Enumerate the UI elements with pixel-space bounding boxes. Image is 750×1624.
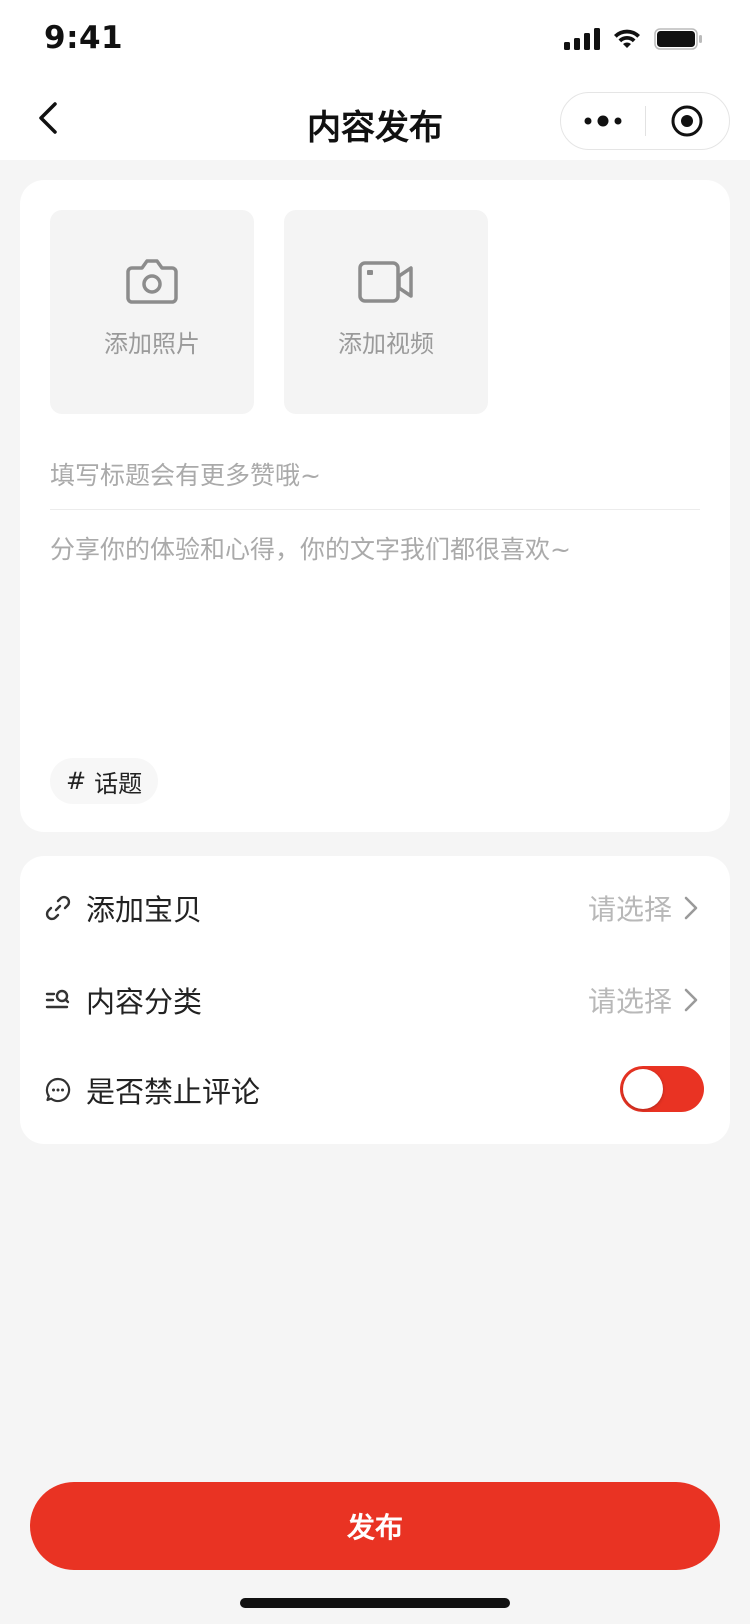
topic-label: 话题 — [94, 769, 143, 798]
more-dots-icon — [584, 115, 622, 127]
cellular-signal-icon — [564, 28, 600, 50]
link-icon — [44, 894, 72, 922]
battery-icon — [654, 28, 702, 50]
publish-page: 9:41 内容发布 添加照片 添加视频 填写标题会有更多赞哦~ 分享你的体验和心… — [0, 0, 750, 1624]
chevron-right-icon — [680, 985, 702, 1015]
category-label: 内容分类 — [86, 985, 203, 1019]
camera-icon — [126, 259, 178, 304]
add-product-label: 添加宝贝 — [86, 893, 203, 927]
add-product-value: 请选择 — [587, 893, 672, 926]
publish-button[interactable]: 发布 — [30, 1482, 720, 1570]
status-time: 9:41 — [44, 20, 124, 56]
video-camera-icon — [358, 261, 413, 303]
toggle-knob — [623, 1069, 663, 1109]
comment-bubble-icon — [44, 1076, 72, 1104]
home-indicator — [240, 1598, 510, 1608]
top-bar: 9:41 内容发布 — [0, 0, 750, 160]
add-video-label: 添加视频 — [338, 330, 434, 358]
add-product-row[interactable]: 添加宝贝 请选择 — [20, 862, 730, 954]
content-textarea[interactable] — [50, 532, 700, 732]
mini-program-capsule — [560, 92, 730, 150]
wifi-icon — [614, 29, 640, 48]
compose-card: 添加照片 添加视频 # 话题 — [20, 180, 730, 832]
category-value: 请选择 — [587, 985, 672, 1018]
disable-comments-row: 是否禁止评论 — [20, 1044, 730, 1136]
add-video-button[interactable]: 添加视频 — [284, 210, 488, 414]
title-input[interactable] — [50, 442, 700, 510]
more-button[interactable] — [561, 92, 645, 150]
topic-button[interactable]: # 话题 — [50, 758, 159, 804]
chevron-right-icon — [680, 893, 702, 923]
close-program-button[interactable] — [646, 92, 730, 150]
category-row[interactable]: 内容分类 请选择 — [20, 954, 730, 1046]
add-photo-button[interactable]: 添加照片 — [50, 210, 254, 414]
target-icon — [671, 105, 703, 137]
status-icons — [564, 28, 704, 50]
options-card: 添加宝贝 请选择 内容分类 请选择 是否禁止评论 — [20, 856, 730, 1144]
disable-comments-toggle[interactable] — [620, 1066, 704, 1112]
category-list-icon — [44, 986, 72, 1014]
disable-comments-label: 是否禁止评论 — [86, 1075, 261, 1109]
hash-symbol: # — [66, 767, 87, 795]
add-photo-label: 添加照片 — [104, 330, 200, 358]
